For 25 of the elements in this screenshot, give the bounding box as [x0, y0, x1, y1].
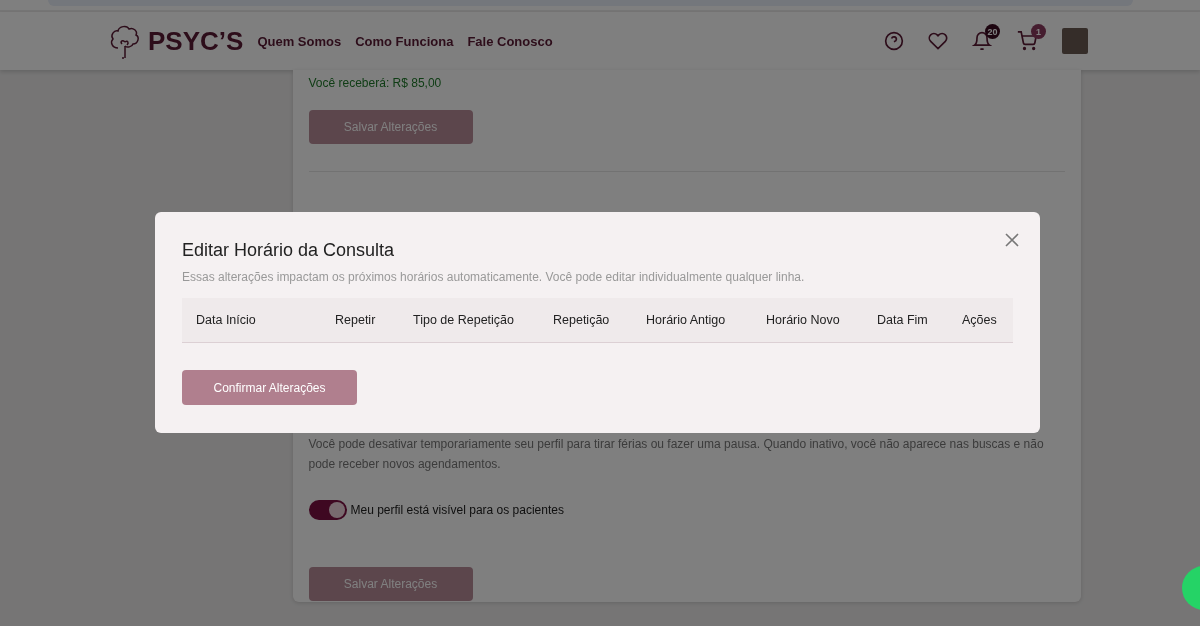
availability-text: Você pode desativar temporariamente seu perfil para tirar férias ou fazer uma pausa. Quando inativo, você não aparece nas buscas e não pode receber novos agendamentos. — [308, 436, 1045, 473]
heart-icon[interactable] — [928, 31, 948, 51]
column-header: Repetir — [335, 313, 377, 327]
dialog-description: Essas alterações impactam os próximos horários automaticamente. Você pode editar individualmente qualquer linha. — [182, 270, 806, 284]
column-header: Data Início — [196, 313, 257, 327]
nav-link[interactable]: Quem Somos — [257, 33, 342, 49]
visibility-toggle[interactable] — [308, 500, 347, 520]
notification-count: 20 — [985, 24, 1000, 39]
nav-link[interactable]: Como Funciona — [355, 33, 454, 49]
column-header: Horário Novo — [766, 313, 841, 327]
column-header: Data Fim — [877, 313, 929, 327]
payout-text: Você receberá: R$ 85,00 — [308, 76, 443, 90]
dialog-title: Editar Horário da Consulta — [182, 240, 396, 261]
brand-name: PSYC’S — [148, 25, 244, 57]
column-header: Tipo de Repetição — [413, 313, 515, 327]
close-icon[interactable] — [1004, 232, 1020, 248]
column-header: Horário Antigo — [646, 313, 727, 327]
column-header: Ações — [962, 313, 998, 327]
confirm-button[interactable]: Confirmar Alterações — [182, 370, 357, 405]
cart-count: 1 — [1031, 24, 1046, 39]
toggle-label: Meu perfil está visível para os pacientes — [350, 503, 564, 517]
help-icon[interactable] — [884, 31, 904, 51]
nav-link[interactable]: Fale Conosco — [467, 33, 553, 49]
column-header: Repetição — [553, 313, 611, 327]
cart-icon[interactable] — [1016, 31, 1038, 51]
